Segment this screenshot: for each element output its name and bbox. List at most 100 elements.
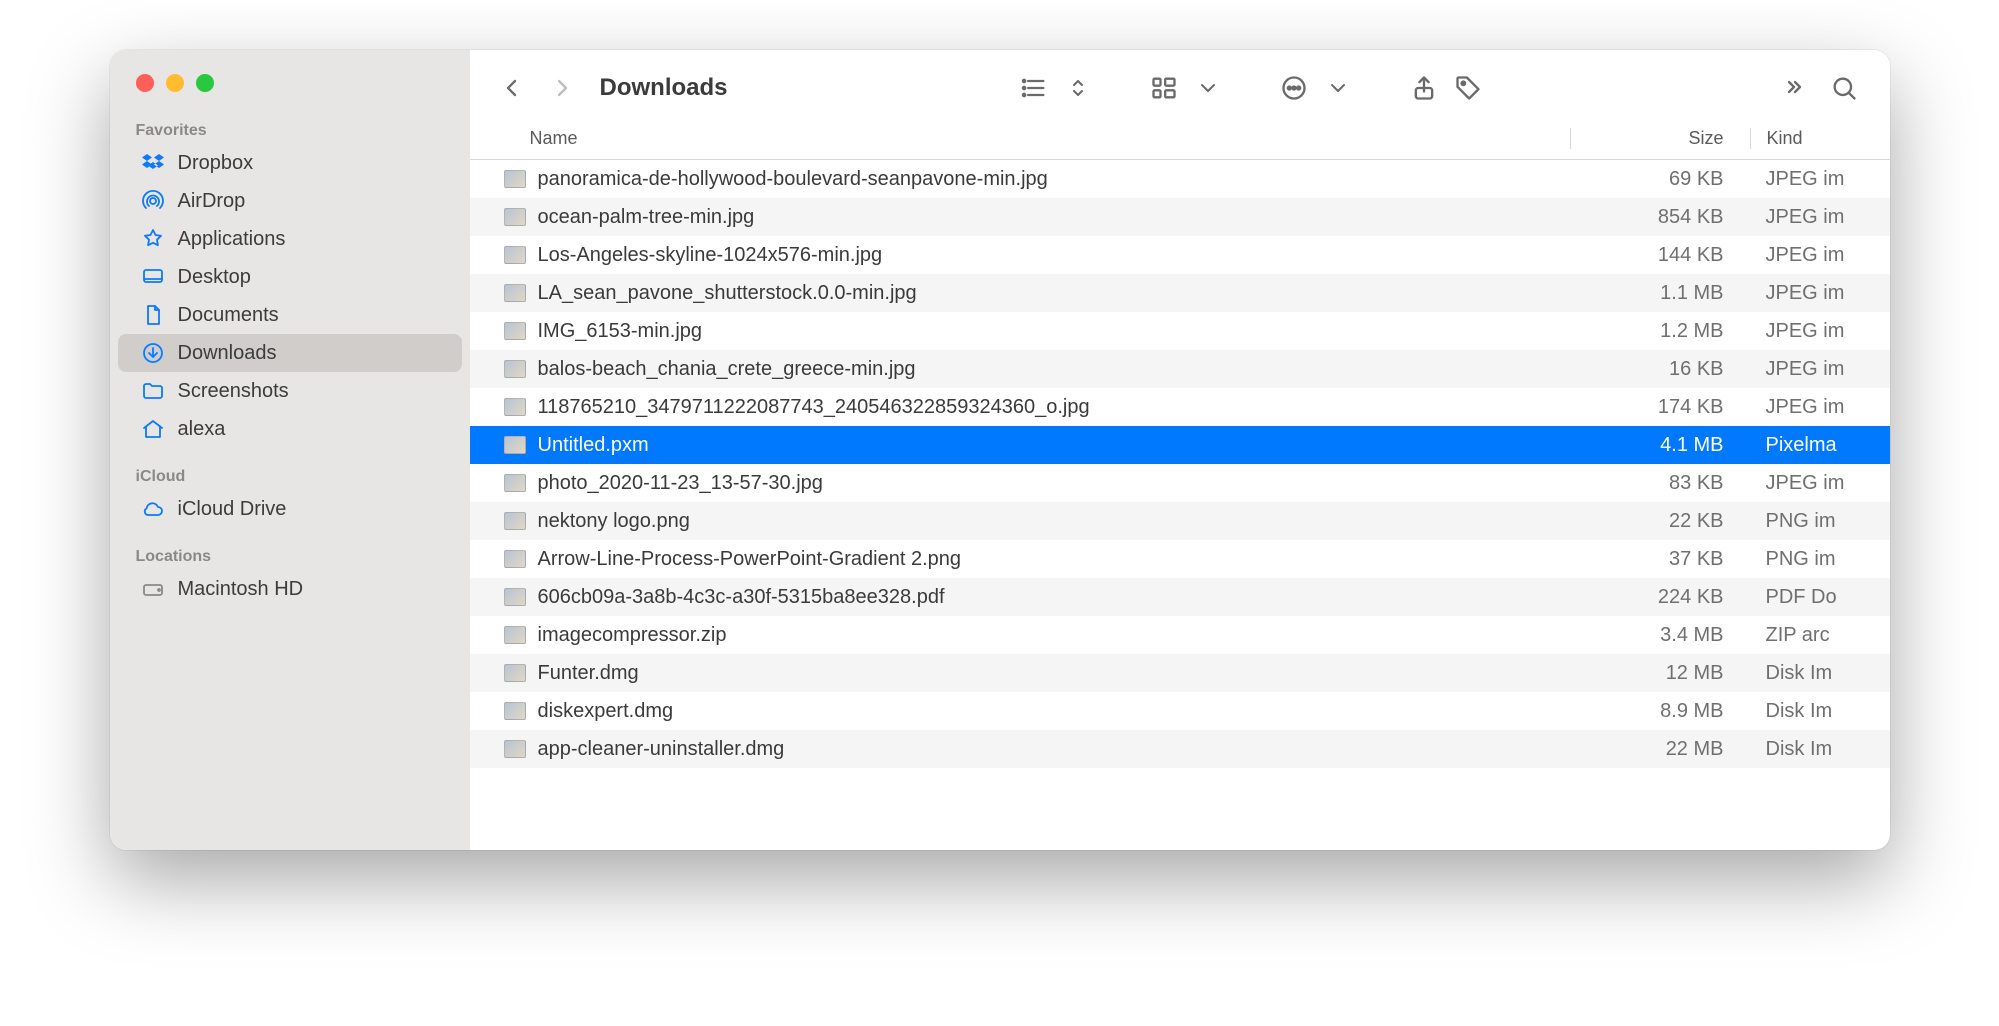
desktop-icon	[140, 264, 166, 290]
column-header-kind[interactable]: Kind	[1750, 128, 1890, 149]
file-thumb-icon	[504, 626, 526, 644]
home-icon	[140, 416, 166, 442]
file-name: panoramica-de-hollywood-boulevard-seanpa…	[538, 168, 1048, 191]
sidebar-item-label: AirDrop	[178, 190, 246, 213]
sidebar-section-label: Locations	[110, 542, 470, 570]
file-size: 22 KB	[1570, 510, 1750, 533]
sidebar-item-label: Documents	[178, 304, 279, 327]
file-name: photo_2020-11-23_13-57-30.jpg	[538, 472, 823, 495]
file-name: IMG_6153-min.jpg	[538, 320, 703, 343]
search-button[interactable]	[1824, 70, 1864, 106]
view-list-updown-icon[interactable]	[1058, 70, 1098, 106]
file-row[interactable]: imagecompressor.zip3.4 MBZIP arc	[470, 616, 1890, 654]
file-thumb-icon	[504, 588, 526, 606]
file-thumb-icon	[504, 322, 526, 340]
finder-window: FavoritesDropbox AirDrop ApplicationsDeskt…	[110, 50, 1890, 850]
sidebar-item-dropbox[interactable]: Dropbox	[118, 144, 462, 182]
file-size: 37 KB	[1570, 548, 1750, 571]
sidebar-item-label: iCloud Drive	[178, 498, 287, 521]
sidebar-item-macintosh-hd[interactable]: Macintosh HD	[118, 570, 462, 608]
sidebar-item-airdrop[interactable]: AirDrop	[118, 182, 462, 220]
file-thumb-icon	[504, 664, 526, 682]
sidebar-item-alexa[interactable]: alexa	[118, 410, 462, 448]
minimize-window-button[interactable]	[166, 74, 184, 92]
file-row[interactable]: LA_sean_pavone_shutterstock.0.0-min.jpg1…	[470, 274, 1890, 312]
file-row[interactable]: Los-Angeles-skyline-1024x576-min.jpg144 …	[470, 236, 1890, 274]
chevron-down-icon[interactable]	[1318, 70, 1358, 106]
file-row[interactable]: Untitled.pxm4.1 MBPixelma	[470, 426, 1890, 464]
toolbar: Downloads	[470, 50, 1890, 110]
file-row[interactable]: 118765210_3479711222087743_2405463228593…	[470, 388, 1890, 426]
file-row[interactable]: balos-beach_chania_crete_greece-min.jpg1…	[470, 350, 1890, 388]
fullscreen-window-button[interactable]	[196, 74, 214, 92]
sidebar-item-downloads[interactable]: Downloads	[118, 334, 462, 372]
cloud-icon	[140, 496, 166, 522]
disk-icon	[140, 576, 166, 602]
column-header-name[interactable]: Name	[470, 128, 1570, 149]
sidebar-item-label: Screenshots	[178, 380, 289, 403]
file-row[interactable]: photo_2020-11-23_13-57-30.jpg83 KBJPEG i…	[470, 464, 1890, 502]
location-title: Downloads	[600, 74, 728, 102]
file-name: Untitled.pxm	[538, 434, 649, 457]
file-kind: PNG im	[1750, 548, 1890, 571]
tags-button[interactable]	[1448, 70, 1488, 106]
file-name: Funter.dmg	[538, 662, 639, 685]
file-thumb-icon	[504, 512, 526, 530]
file-thumb-icon	[504, 208, 526, 226]
file-thumb-icon	[504, 284, 526, 302]
file-row[interactable]: app-cleaner-uninstaller.dmg22 MBDisk Im	[470, 730, 1890, 768]
sidebar-item-label: Macintosh HD	[178, 578, 304, 601]
file-size: 1.2 MB	[1570, 320, 1750, 343]
file-size: 3.4 MB	[1570, 624, 1750, 647]
back-button[interactable]	[492, 70, 532, 106]
file-kind: JPEG im	[1750, 320, 1890, 343]
airdrop-icon	[140, 188, 166, 214]
file-name: LA_sean_pavone_shutterstock.0.0-min.jpg	[538, 282, 917, 305]
action-menu-button[interactable]	[1274, 70, 1314, 106]
file-list[interactable]: panoramica-de-hollywood-boulevard-seanpa…	[470, 160, 1890, 850]
file-kind: JPEG im	[1750, 206, 1890, 229]
close-window-button[interactable]	[136, 74, 154, 92]
file-row[interactable]: ocean-palm-tree-min.jpg854 KBJPEG im	[470, 198, 1890, 236]
file-thumb-icon	[504, 702, 526, 720]
file-row[interactable]: 606cb09a-3a8b-4c3c-a30f-5315ba8ee328.pdf…	[470, 578, 1890, 616]
forward-button[interactable]	[542, 70, 582, 106]
sidebar-item-documents[interactable]: Documents	[118, 296, 462, 334]
file-name: Los-Angeles-skyline-1024x576-min.jpg	[538, 244, 883, 267]
file-row[interactable]: panoramica-de-hollywood-boulevard-seanpa…	[470, 160, 1890, 198]
file-size: 83 KB	[1570, 472, 1750, 495]
sidebar-item-label: alexa	[178, 418, 226, 441]
share-button[interactable]	[1404, 70, 1444, 106]
view-list-button[interactable]	[1014, 70, 1054, 106]
sidebar-section-label: iCloud	[110, 462, 470, 490]
file-kind: PDF Do	[1750, 586, 1890, 609]
file-name: app-cleaner-uninstaller.dmg	[538, 738, 785, 761]
sidebar: FavoritesDropbox AirDrop ApplicationsDeskt…	[110, 50, 470, 850]
sidebar-item-desktop[interactable]: Desktop	[118, 258, 462, 296]
file-thumb-icon	[504, 170, 526, 188]
file-size: 22 MB	[1570, 738, 1750, 761]
file-size: 12 MB	[1570, 662, 1750, 685]
applications-icon	[140, 226, 166, 252]
file-row[interactable]: nektony logo.png22 KBPNG im	[470, 502, 1890, 540]
file-thumb-icon	[504, 360, 526, 378]
overflow-button[interactable]	[1774, 70, 1814, 106]
file-kind: JPEG im	[1750, 168, 1890, 191]
file-name: diskexpert.dmg	[538, 700, 674, 723]
file-row[interactable]: diskexpert.dmg8.9 MBDisk Im	[470, 692, 1890, 730]
column-header-size[interactable]: Size	[1570, 128, 1750, 149]
file-size: 4.1 MB	[1570, 434, 1750, 457]
sidebar-item-icloud-drive[interactable]: iCloud Drive	[118, 490, 462, 528]
file-row[interactable]: Funter.dmg12 MBDisk Im	[470, 654, 1890, 692]
document-icon	[140, 302, 166, 328]
sidebar-section-label: Favorites	[110, 116, 470, 144]
chevron-down-icon[interactable]	[1188, 70, 1228, 106]
file-kind: JPEG im	[1750, 396, 1890, 419]
sidebar-item-applications[interactable]: Applications	[118, 220, 462, 258]
file-row[interactable]: IMG_6153-min.jpg 1.2 MBJPEG im	[470, 312, 1890, 350]
group-by-button[interactable]	[1144, 70, 1184, 106]
file-thumb-icon	[504, 246, 526, 264]
file-thumb-icon	[504, 740, 526, 758]
sidebar-item-screenshots[interactable]: Screenshots	[118, 372, 462, 410]
file-row[interactable]: Arrow-Line-Process-PowerPoint-Gradient 2…	[470, 540, 1890, 578]
